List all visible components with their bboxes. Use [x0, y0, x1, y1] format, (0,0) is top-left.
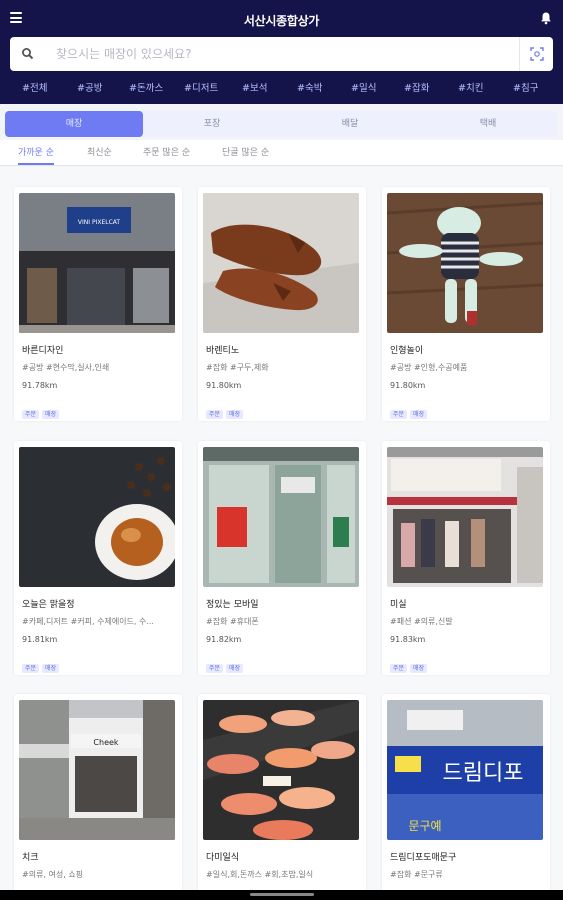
- tab-parcel[interactable]: 택배: [419, 111, 557, 137]
- search-bar: [10, 37, 553, 71]
- sort-options: 가까운 순 최신순 주문 많은 순 단골 많은 순: [0, 140, 563, 166]
- store-photo: [19, 447, 175, 587]
- store-badges: 주문 매장: [206, 655, 246, 674]
- category-workshop[interactable]: #공방: [77, 80, 102, 94]
- search-input[interactable]: [56, 43, 496, 65]
- category-bedding[interactable]: #침구: [513, 80, 538, 94]
- store-name: 인형놀이: [390, 346, 424, 356]
- store-photo: [387, 447, 543, 587]
- tab-delivery[interactable]: 배달: [281, 111, 419, 137]
- store-name: 미실: [390, 600, 407, 610]
- store-name: 치크: [22, 853, 39, 863]
- search-icon[interactable]: [20, 46, 36, 62]
- qr-scan-button[interactable]: [519, 37, 553, 71]
- store-name: 바른디자인: [22, 346, 64, 356]
- store-card[interactable]: 다미일식 #일식,회,돈까스 #회,초밥,일식: [198, 694, 366, 890]
- store-name: 오늘은 맑을정: [22, 600, 75, 610]
- sort-nearest[interactable]: 가까운 순: [18, 145, 54, 165]
- store-tags: #잡화 #문구류: [390, 870, 443, 879]
- store-photo: 드림디포 문구예: [387, 700, 543, 840]
- store-tags: #잡화 #구두,제화: [206, 363, 269, 372]
- category-lodging[interactable]: #숙박: [297, 80, 322, 94]
- store-badges: 주문 매장: [22, 655, 62, 674]
- store-tags: #공방 #현수막,실사,인쇄: [22, 363, 110, 372]
- category-all[interactable]: #전체: [22, 80, 47, 94]
- store-photo: [387, 193, 543, 333]
- home-indicator[interactable]: [250, 893, 314, 896]
- store-tags: #공방 #인형,수공예품: [390, 363, 468, 372]
- store-tags: #카페,디저트 #커피, 수제에이드, 수...: [22, 617, 154, 626]
- app-title: 서산시종합상가: [243, 14, 320, 28]
- store-card[interactable]: 인형놀이 #공방 #인형,수공예품 91.80km 주문 매장: [382, 187, 550, 421]
- store-distance: 91.82km: [206, 635, 242, 644]
- store-distance: 91.80km: [206, 381, 242, 390]
- app-header: 서산시종합상가 #전체 #공방 #돈까스 #디저트 #보석 #숙박 #일식 #잡…: [0, 0, 563, 104]
- store-photo: [203, 447, 359, 587]
- store-tags: #잡화 #휴대폰: [206, 617, 259, 626]
- store-card[interactable]: 바렌티노 #잡화 #구두,제화 91.80km 주문 매장: [198, 187, 366, 421]
- store-card[interactable]: 미실 #패션 #의류,신발 91.83km 주문 매장: [382, 441, 550, 675]
- store-card[interactable]: 정있는 모바일 #잡화 #휴대폰 91.82km 주문 매장: [198, 441, 366, 675]
- shop-sign-text: 문구예: [408, 819, 441, 833]
- store-badges: 주문 매장: [390, 655, 430, 674]
- store-name: 정있는 모바일: [206, 600, 259, 610]
- badge-order: 주문: [390, 664, 408, 673]
- store-card[interactable]: 오늘은 맑을정 #카페,디저트 #커피, 수제에이드, 수... 91.81km…: [14, 441, 182, 675]
- store-card[interactable]: Cheek 치크 #의류, 여성, 쇼핑: [14, 694, 182, 890]
- store-tags: #의류, 여성, 쇼핑: [22, 870, 84, 879]
- shop-sign-text: 드림디포: [443, 761, 524, 786]
- badge-order: 주문: [22, 664, 40, 673]
- badge-store: 매장: [226, 664, 244, 673]
- badge-order: 주문: [206, 410, 224, 419]
- store-grid: VINI PIXELCAT 바른디자인 #공방 #현수막,실사,인쇄 91.78…: [0, 167, 563, 890]
- qr-scan-icon: [530, 47, 544, 61]
- category-cutlet[interactable]: #돈까스: [129, 80, 163, 94]
- store-photo: VINI PIXELCAT: [19, 193, 175, 333]
- badge-store: 매장: [226, 410, 244, 419]
- category-jewelry[interactable]: #보석: [242, 80, 267, 94]
- store-photo: [203, 700, 359, 840]
- sort-newest[interactable]: 최신순: [87, 145, 112, 165]
- tab-store[interactable]: 매장: [5, 111, 143, 137]
- store-distance: 91.81km: [22, 635, 58, 644]
- badge-order: 주문: [390, 410, 408, 419]
- badge-order: 주문: [206, 664, 224, 673]
- badge-store: 매장: [410, 410, 428, 419]
- store-photo: [203, 193, 359, 333]
- store-card[interactable]: 드림디포 문구예 드림디포도매문구 #잡화 #문구류: [382, 694, 550, 890]
- store-tags: #일식,회,돈까스 #회,초밥,일식: [206, 870, 314, 879]
- store-name: 바렌티노: [206, 346, 240, 356]
- category-chicken[interactable]: #치킨: [458, 80, 483, 94]
- sort-most-regulars[interactable]: 단골 많은 순: [222, 145, 269, 165]
- store-distance: 91.83km: [390, 635, 426, 644]
- category-goods[interactable]: #잡화: [404, 80, 429, 94]
- badge-store: 매장: [42, 664, 60, 673]
- badge-order: 주문: [22, 410, 40, 419]
- sort-most-orders[interactable]: 주문 많은 순: [143, 145, 190, 165]
- shop-sign-text: VINI PIXELCAT: [78, 219, 120, 226]
- store-photo: Cheek: [19, 700, 175, 840]
- service-tabs: 매장 포장 배달 택배: [5, 111, 557, 137]
- category-dessert[interactable]: #디저트: [184, 80, 218, 94]
- store-distance: 91.78km: [22, 381, 58, 390]
- store-name: 드림디포도매문구: [390, 853, 457, 863]
- store-card[interactable]: VINI PIXELCAT 바른디자인 #공방 #현수막,실사,인쇄 91.78…: [14, 187, 182, 421]
- bell-icon[interactable]: [539, 11, 553, 25]
- category-filter-bar: #전체 #공방 #돈까스 #디저트 #보석 #숙박 #일식 #잡화 #치킨 #침…: [0, 78, 563, 98]
- category-japanese[interactable]: #일식: [351, 80, 376, 94]
- store-name: 다미일식: [206, 853, 240, 863]
- shop-sign-text: Cheek: [93, 738, 119, 747]
- store-badges: 주문 매장: [206, 401, 246, 420]
- badge-store: 매장: [42, 410, 60, 419]
- store-badges: 주문 매장: [390, 401, 430, 420]
- top-bar: 서산시종합상가: [0, 0, 563, 36]
- tab-takeout[interactable]: 포장: [143, 111, 281, 137]
- badge-store: 매장: [410, 664, 428, 673]
- store-badges: 주문 매장: [22, 401, 62, 420]
- store-distance: 91.80km: [390, 381, 426, 390]
- store-tags: #패션 #의류,신발: [390, 617, 453, 626]
